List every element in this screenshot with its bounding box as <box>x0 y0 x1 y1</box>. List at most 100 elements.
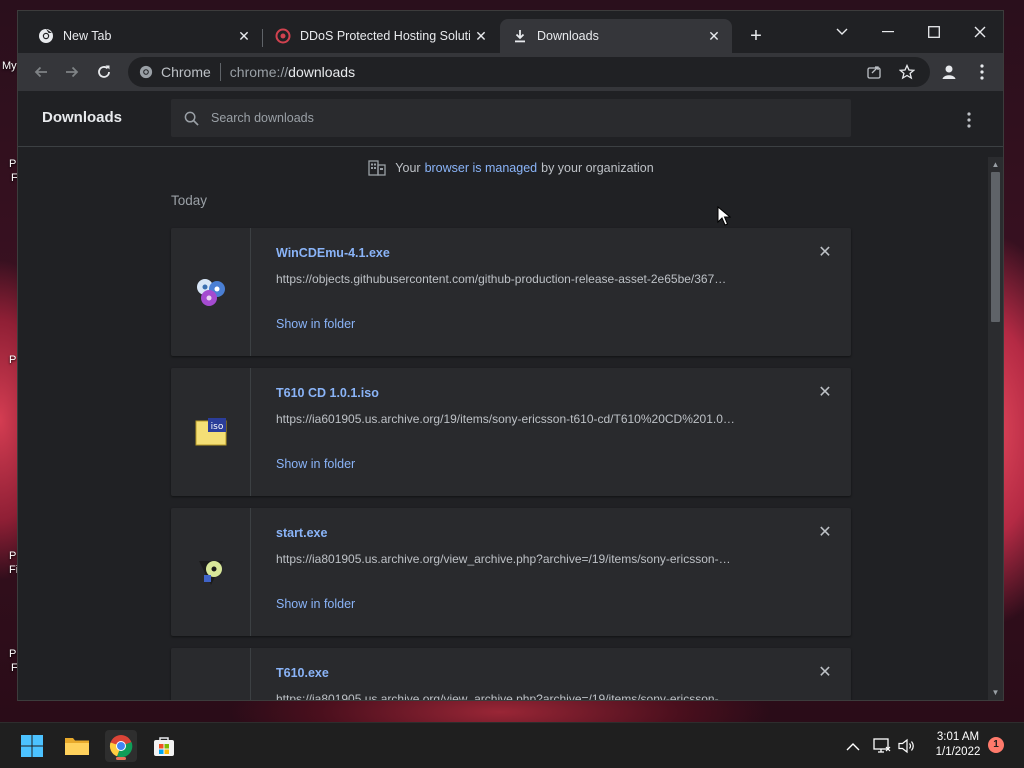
clock-date: 1/1/2022 <box>935 746 981 758</box>
start-exe-icon <box>198 561 223 585</box>
download-item: T610.exe https://ia801905.us.archive.org… <box>171 648 851 700</box>
tab-ddos-hosting[interactable]: DDoS Protected Hosting Solutio ✕ <box>263 19 499 53</box>
browser-toolbar: Chrome chrome://downloads <box>18 53 1003 91</box>
tab-downloads[interactable]: Downloads ✕ <box>500 19 732 53</box>
maximize-button[interactable] <box>911 17 957 47</box>
share-icon <box>867 66 881 79</box>
remove-item-button[interactable]: ✕ <box>817 525 833 541</box>
tab-title: Downloads <box>537 29 599 43</box>
show-hidden-icons-button[interactable] <box>846 723 860 768</box>
page-scrollbar[interactable]: ▲ ▼ <box>988 157 1003 700</box>
download-item: WinCDEmu-4.1.exe https://objects.githubu… <box>171 228 851 356</box>
desktop-icon-label[interactable]: P <box>9 158 16 170</box>
forward-button[interactable] <box>61 61 83 83</box>
search-icon <box>171 111 211 126</box>
iso-file-icon: iso <box>195 418 226 446</box>
close-icon[interactable]: ✕ <box>706 28 722 44</box>
remove-item-button[interactable]: ✕ <box>817 245 833 261</box>
desktop-icon-label[interactable]: P <box>9 648 16 660</box>
volume-status[interactable] <box>898 723 916 768</box>
date-section-label: Today <box>171 193 208 208</box>
active-app-indicator <box>116 757 126 760</box>
file-name-link[interactable]: start.exe <box>276 526 327 540</box>
show-in-folder-link[interactable]: Show in folder <box>276 457 355 471</box>
file-explorer-icon <box>65 738 89 755</box>
tab-strip: New Tab ✕ DDoS Protected Hosting Solutio… <box>18 11 1003 57</box>
show-in-folder-link[interactable]: Show in folder <box>276 317 355 331</box>
scroll-down-arrow-icon[interactable]: ▼ <box>991 688 1000 697</box>
file-url[interactable]: https://ia801905.us.archive.org/view_arc… <box>276 552 776 566</box>
system-clock[interactable]: 3:01 AM 1/1/2022 <box>932 730 984 760</box>
store-icon <box>154 737 174 756</box>
desktop-icon-label[interactable]: P <box>9 550 16 562</box>
chrome-icon <box>38 28 54 44</box>
speaker-icon <box>898 738 914 754</box>
chevron-up-icon <box>846 742 860 750</box>
new-tab-button[interactable]: + <box>746 26 766 46</box>
file-name-link[interactable]: WinCDEmu-4.1.exe <box>276 246 390 260</box>
search-placeholder: Search downloads <box>211 111 314 125</box>
profile-icon <box>942 65 956 79</box>
mouse-cursor-icon <box>717 206 731 226</box>
managed-link[interactable]: browser is managed <box>425 161 538 175</box>
browser-window: New Tab ✕ DDoS Protected Hosting Solutio… <box>17 10 1004 701</box>
file-name-link[interactable]: T610 CD 1.0.1.iso <box>276 386 379 400</box>
network-icon <box>873 738 891 753</box>
chrome-taskbar-button[interactable] <box>105 730 137 762</box>
tab-new-tab[interactable]: New Tab ✕ <box>26 19 262 53</box>
browser-menu-button[interactable] <box>971 61 993 83</box>
close-icon[interactable]: ✕ <box>473 28 489 44</box>
bookmark-button[interactable] <box>896 57 918 87</box>
maximize-icon <box>928 26 940 38</box>
scrollbar-thumb[interactable] <box>991 172 1000 322</box>
back-button[interactable] <box>30 61 52 83</box>
download-icon <box>512 28 528 44</box>
minimize-icon <box>882 31 894 33</box>
file-url[interactable]: https://objects.githubusercontent.com/gi… <box>276 272 776 286</box>
start-button[interactable] <box>16 730 48 762</box>
show-in-folder-link[interactable]: Show in folder <box>276 597 355 611</box>
tab-search-button[interactable] <box>819 17 865 47</box>
wincdemu-discs-icon <box>196 279 225 306</box>
desktop-icon-label[interactable]: My <box>2 60 17 72</box>
address-bar[interactable]: Chrome chrome://downloads <box>128 57 930 87</box>
url-scheme: chrome:// <box>229 64 289 80</box>
chrome-icon <box>109 735 133 758</box>
notification-badge[interactable]: 1 <box>988 737 1004 753</box>
file-explorer-button[interactable] <box>61 730 93 762</box>
close-window-button[interactable] <box>957 17 1003 47</box>
tab-title: New Tab <box>63 29 112 43</box>
share-button[interactable] <box>863 57 885 87</box>
start-icon <box>21 735 43 757</box>
profile-button[interactable] <box>938 61 960 83</box>
ddos-site-icon <box>275 28 291 44</box>
remove-item-button[interactable]: ✕ <box>817 385 833 401</box>
taskbar: 3:01 AM 1/1/2022 1 <box>0 722 1024 768</box>
minimize-button[interactable] <box>865 17 911 47</box>
more-vert-icon <box>980 64 984 80</box>
page-title: Downloads <box>42 109 123 126</box>
scroll-up-arrow-icon[interactable]: ▲ <box>991 160 1000 169</box>
reload-button[interactable] <box>93 61 115 83</box>
close-icon <box>974 26 986 38</box>
desktop-icon-label[interactable]: P <box>9 354 16 366</box>
downloads-menu-button[interactable] <box>958 109 980 131</box>
download-item: iso T610 CD 1.0.1.iso https://ia601905.u… <box>171 368 851 496</box>
managed-prefix: Your <box>395 161 421 175</box>
site-info-chip[interactable]: Chrome <box>128 64 211 80</box>
arrow-right-icon <box>66 66 79 78</box>
remove-item-button[interactable]: ✕ <box>817 665 833 681</box>
search-downloads-input[interactable]: Search downloads <box>171 99 851 137</box>
building-icon <box>368 160 386 176</box>
chrome-icon <box>139 65 153 79</box>
omnibox-separator <box>219 63 221 81</box>
file-name-link[interactable]: T610.exe <box>276 666 329 680</box>
network-status[interactable] <box>873 723 891 768</box>
arrow-left-icon <box>34 66 47 78</box>
close-icon[interactable]: ✕ <box>236 28 252 44</box>
file-url[interactable]: https://ia601905.us.archive.org/19/items… <box>276 412 776 426</box>
store-button[interactable] <box>148 730 180 762</box>
clock-time: 3:01 AM <box>936 731 980 743</box>
file-url[interactable]: https://ia801905.us.archive.org/view_arc… <box>276 692 776 700</box>
file-icon-cell <box>171 508 251 636</box>
